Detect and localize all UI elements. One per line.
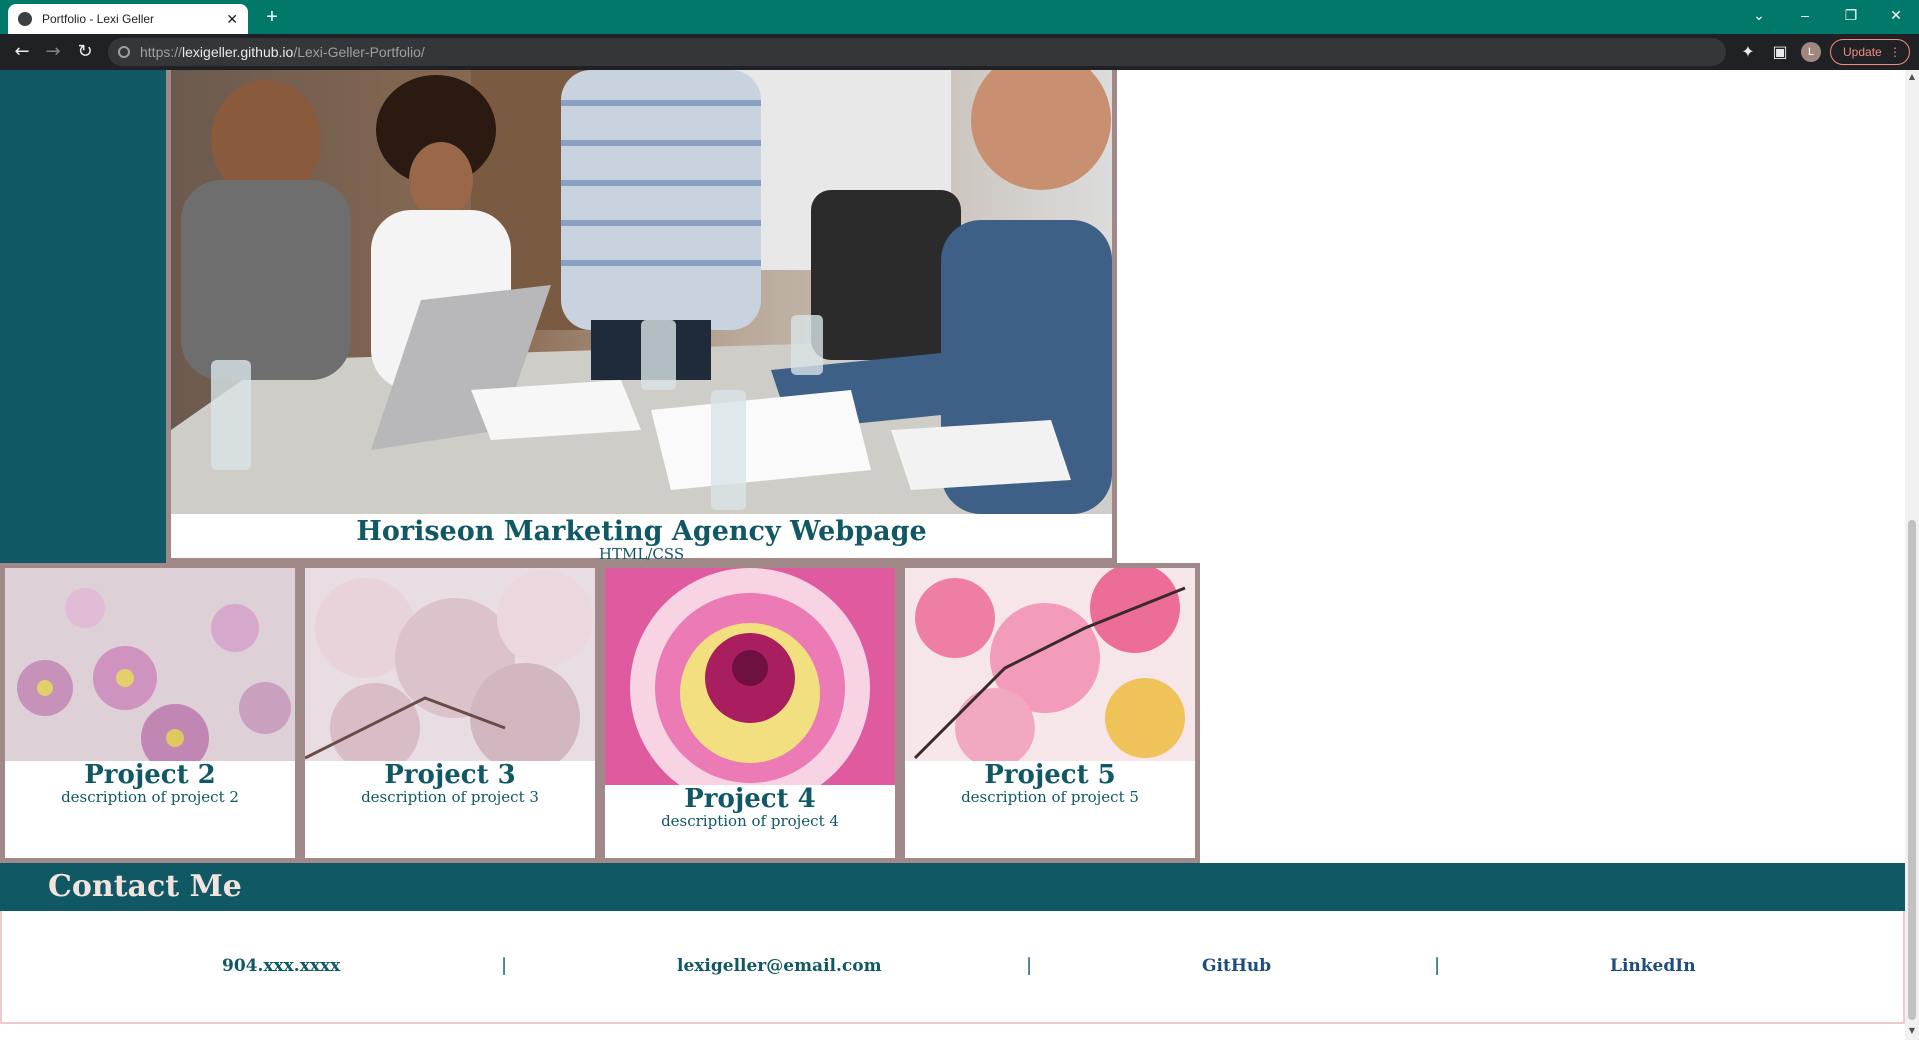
phone-link[interactable]: 904.xxx.xxxx <box>222 956 340 976</box>
restore-icon[interactable]: ❐ <box>1828 0 1874 30</box>
featured-caption: Horiseon Marketing Agency Webpage HTML/C… <box>171 514 1112 563</box>
project-card[interactable]: Project 2 description of project 2 <box>5 568 295 858</box>
featured-project-card[interactable]: Horiseon Marketing Agency Webpage HTML/C… <box>166 70 1117 563</box>
window-close-icon[interactable]: ✕ <box>1873 0 1919 30</box>
featured-project-title[interactable]: Horiseon Marketing Agency Webpage <box>171 514 1112 547</box>
side-panel-icon[interactable]: ▣ <box>1768 40 1792 64</box>
project-3-image[interactable] <box>305 568 595 761</box>
globe-icon <box>18 12 32 26</box>
project-card[interactable]: Project 5 description of project 5 <box>905 568 1195 858</box>
project-card[interactable]: Project 4 description of project 4 <box>605 568 895 858</box>
linkedin-link[interactable]: LinkedIn <box>1610 956 1696 976</box>
profile-avatar[interactable]: L <box>1801 42 1821 62</box>
url-scheme: https:// <box>140 44 183 60</box>
scroll-down-icon[interactable]: ▼ <box>1907 1026 1917 1035</box>
featured-project-tech: HTML/CSS <box>598 545 685 563</box>
pink-daisies-photo <box>5 568 295 761</box>
reload-icon[interactable]: ↻ <box>73 40 97 64</box>
featured-project-image[interactable] <box>171 70 1112 514</box>
contact-heading: Contact Me <box>48 869 242 904</box>
cherry-blossom-photo <box>305 568 595 761</box>
project-title: Project 2 <box>84 760 216 790</box>
site-info-icon[interactable] <box>118 46 130 58</box>
extensions-puzzle-icon[interactable]: ✦ <box>1736 40 1760 64</box>
update-label: Update <box>1843 45 1882 59</box>
browser-toolbar: ← → ↻ https://lexigeller.github.io/Lexi-… <box>0 34 1919 70</box>
contact-header: Contact Me <box>0 863 1905 911</box>
more-menu-icon[interactable]: ⋮ <box>1889 40 1901 64</box>
pink-blossom-tree-photo <box>905 568 1195 761</box>
tab-search-icon[interactable]: ⌄ <box>1736 0 1782 30</box>
project-description: description of project 4 <box>661 812 839 830</box>
project-card[interactable]: Project 3 description of project 3 <box>305 568 595 858</box>
minimize-icon[interactable]: – <box>1782 0 1828 30</box>
address-bar[interactable]: https://lexigeller.github.io/Lexi-Geller… <box>108 38 1726 66</box>
project-description: description of project 2 <box>61 788 239 806</box>
contact-links-bar: 904.xxx.xxxx | lexigeller@email.com | Gi… <box>0 911 1905 1024</box>
separator: | <box>1026 955 1033 976</box>
new-tab-button[interactable]: + <box>260 6 284 30</box>
tab-title: Portfolio - Lexi Geller <box>42 12 155 26</box>
project-2-image[interactable] <box>5 568 295 761</box>
project-5-image[interactable] <box>905 568 1195 761</box>
separator: | <box>501 955 508 976</box>
project-title: Project 3 <box>384 760 516 790</box>
page-viewport: Horiseon Marketing Agency Webpage HTML/C… <box>0 70 1905 1040</box>
project-description: description of project 5 <box>961 788 1139 806</box>
url-domain: lexigeller.github.io <box>182 44 294 60</box>
browser-tab-bar: Portfolio - Lexi Geller ✕ + ⌄ – ❐ ✕ <box>0 0 1919 34</box>
scrollbar-thumb[interactable] <box>1908 520 1916 1020</box>
update-button[interactable]: Update ⋮ <box>1830 39 1910 65</box>
project-description: description of project 3 <box>361 788 539 806</box>
project-4-image[interactable] <box>605 568 895 785</box>
page-scrollbar[interactable]: ▲ ▼ <box>1905 70 1919 1040</box>
project-title: Project 4 <box>684 784 816 814</box>
separator: | <box>1434 955 1441 976</box>
url-path: /Lexi-Geller-Portfolio/ <box>293 44 425 60</box>
forward-arrow-icon[interactable]: → <box>41 40 65 64</box>
teal-side-panel <box>0 70 166 563</box>
browser-tab[interactable]: Portfolio - Lexi Geller ✕ <box>8 4 248 34</box>
meeting-photo <box>171 70 1112 514</box>
scroll-up-icon[interactable]: ▲ <box>1907 72 1917 81</box>
email-link[interactable]: lexigeller@email.com <box>677 956 882 976</box>
back-arrow-icon[interactable]: ← <box>10 40 34 64</box>
dahlia-flower-photo <box>605 568 895 785</box>
project-grid: Project 2 description of project 2 Proje… <box>0 563 1200 863</box>
close-tab-icon[interactable]: ✕ <box>226 11 238 28</box>
project-title: Project 5 <box>984 760 1116 790</box>
github-link[interactable]: GitHub <box>1202 956 1271 976</box>
